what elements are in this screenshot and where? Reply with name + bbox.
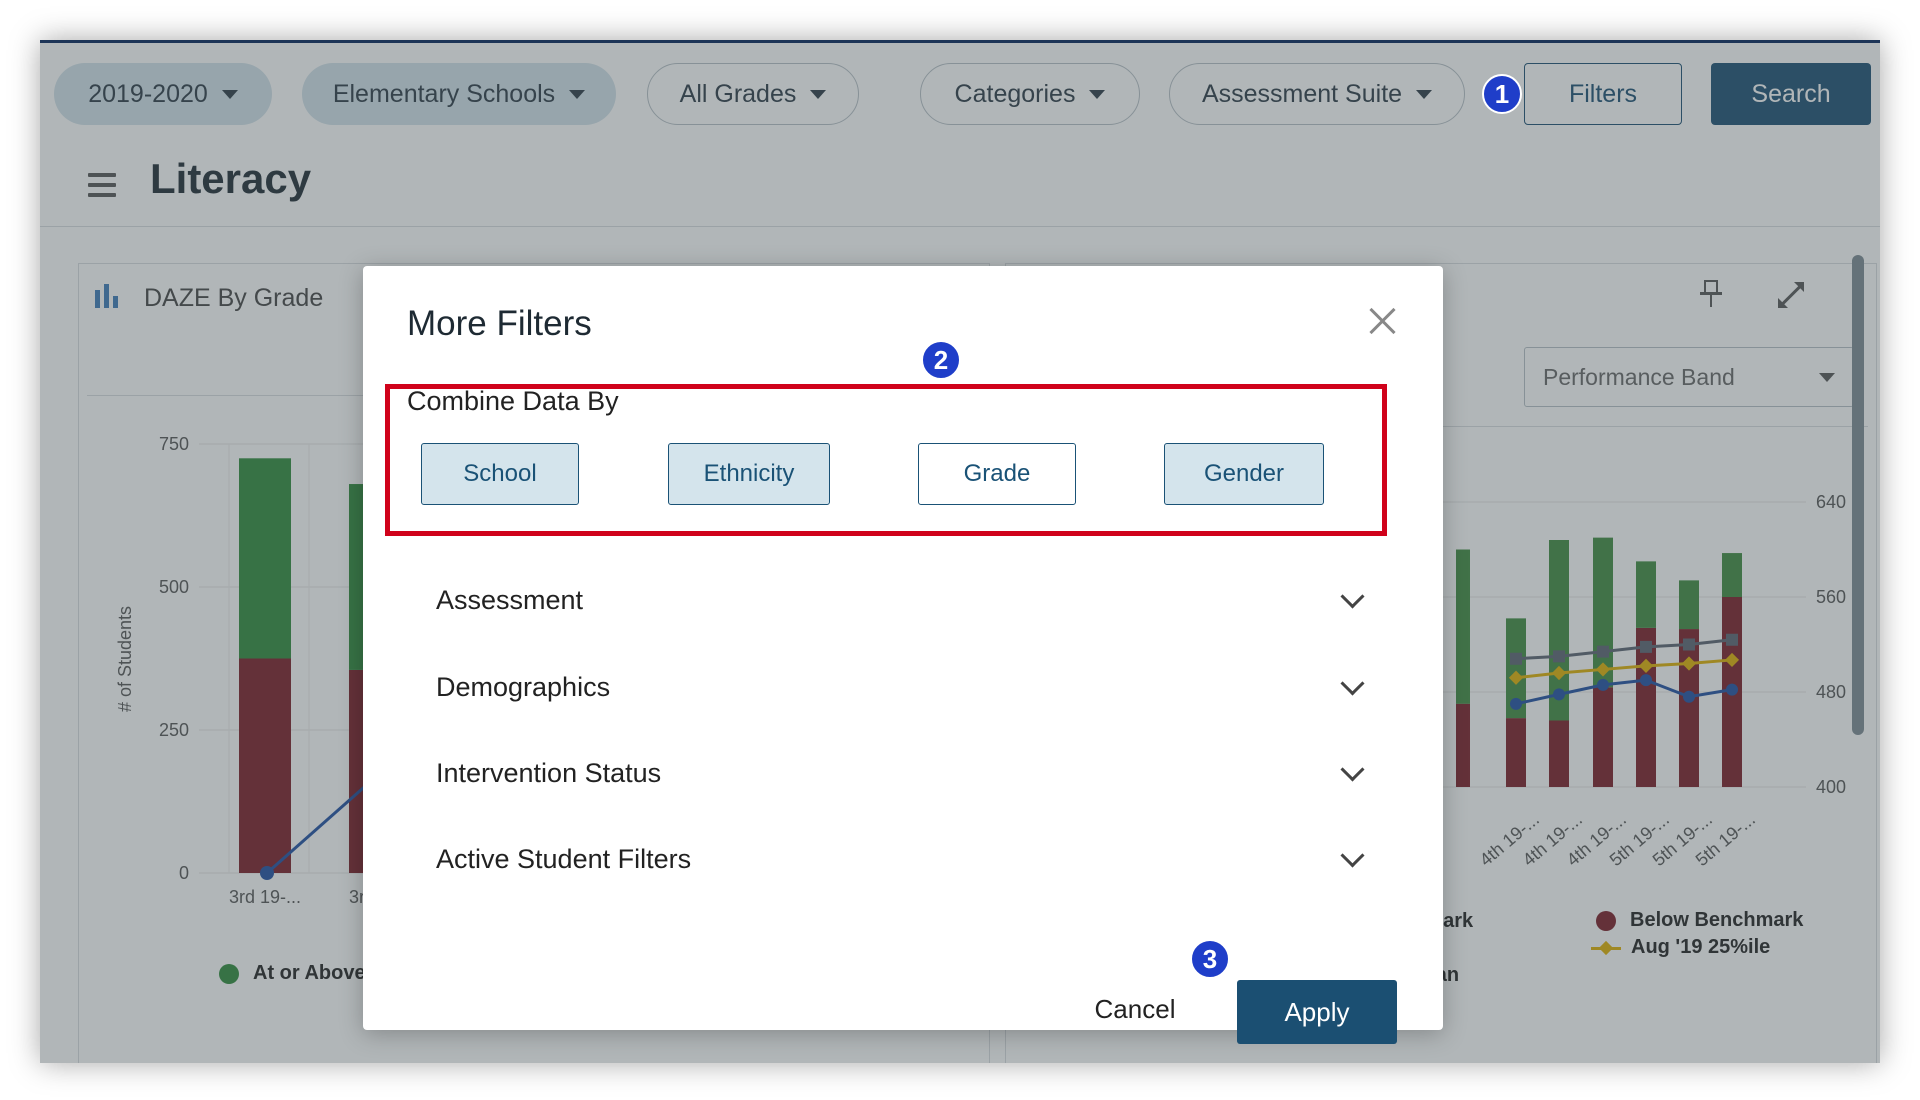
apply-button[interactable]: Apply [1237, 980, 1397, 1044]
chevron-down-icon [1340, 670, 1365, 696]
step-badge-1: 1 [1482, 74, 1522, 114]
accordion-demographics[interactable]: Demographics [436, 662, 1371, 712]
accordion-label: Assessment [436, 584, 584, 615]
cancel-button[interactable]: Cancel [1075, 978, 1195, 1040]
combine-grade-label: Grade [963, 460, 1031, 487]
combine-grade-button[interactable]: Grade [918, 443, 1076, 505]
accordion-label: Active Student Filters [436, 843, 692, 874]
apply-button-label: Apply [1284, 996, 1350, 1027]
combine-ethnicity-button[interactable]: Ethnicity [668, 443, 830, 505]
combine-gender-button[interactable]: Gender [1164, 443, 1324, 505]
more-filters-modal: More Filters 2 Combine Data By School Et… [363, 266, 1443, 1044]
accordion-label: Demographics [436, 671, 611, 702]
combine-data-label: Combine Data By [407, 386, 619, 416]
cancel-button-label: Cancel [1094, 993, 1176, 1024]
accordion-active-student-filters[interactable]: Active Student Filters [436, 834, 1371, 884]
combine-gender-label: Gender [1203, 460, 1285, 487]
accordion-label: Intervention Status [436, 757, 662, 788]
app-window: 2019-2020 Elementary Schools All Grades … [40, 40, 1880, 1063]
chevron-down-icon [1340, 842, 1365, 868]
close-icon[interactable] [1366, 304, 1400, 338]
step-badge-2: 2 [921, 340, 961, 380]
combine-ethnicity-label: Ethnicity [703, 460, 795, 487]
chevron-down-icon [1340, 756, 1365, 782]
combine-school-button[interactable]: School [421, 443, 579, 505]
accordion-assessment[interactable]: Assessment [436, 575, 1371, 625]
combine-school-label: School [463, 460, 537, 487]
accordion-intervention-status[interactable]: Intervention Status [436, 748, 1371, 798]
chevron-down-icon [1340, 583, 1365, 609]
step-badge-3: 3 [1190, 939, 1230, 979]
modal-title: More Filters [407, 304, 592, 343]
